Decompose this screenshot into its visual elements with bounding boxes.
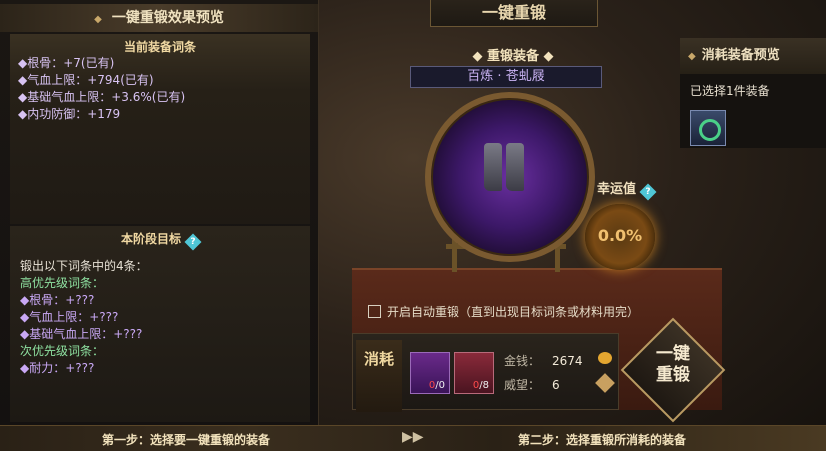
material-count: 0/0 bbox=[428, 380, 445, 391]
material-count: 0/8 bbox=[472, 380, 489, 391]
item-name: 百炼 · 苍虬屐 bbox=[410, 66, 602, 88]
material-slot[interactable]: 0/0 bbox=[410, 352, 450, 394]
luck-label: 幸运值? bbox=[597, 178, 657, 201]
consume-preview-header: ◆ 消耗装备预览 bbox=[680, 38, 826, 74]
low-priority-label: 次优先级词条： bbox=[20, 344, 105, 358]
window-title: 一键重锻 bbox=[430, 0, 598, 27]
attr-line: ◆基础气血上限：+3.6%(已有) bbox=[18, 90, 186, 104]
consume-label: 消耗 bbox=[356, 340, 402, 412]
ring-icon bbox=[699, 119, 721, 141]
goal-attr: ◆气血上限：+??? bbox=[20, 310, 119, 324]
attr-line: ◆根骨：+7(已有) bbox=[18, 56, 115, 70]
high-priority-label: 高优先级词条： bbox=[20, 276, 105, 290]
luck-value: 0.0% bbox=[597, 226, 643, 245]
forge-equipment-label: ◆ 重锻装备 ◆ bbox=[472, 49, 554, 64]
auto-forge-checkbox[interactable] bbox=[368, 305, 381, 318]
boot-left bbox=[484, 143, 502, 191]
goal-intro: 锻出以下词条中的4条： bbox=[20, 259, 148, 273]
goal-attr: ◆基础气血上限：+??? bbox=[20, 327, 143, 341]
boot-right bbox=[506, 143, 524, 191]
consume-preview-panel: ◆ 消耗装备预览 已选择1件装备 bbox=[680, 38, 826, 148]
double-arrow-icon: ▶▶ bbox=[402, 429, 424, 445]
help-icon[interactable]: ? bbox=[184, 233, 202, 251]
current-attrs-title: 当前装备词条 bbox=[123, 40, 196, 54]
forge-button-label[interactable]: 一键 重锻 bbox=[636, 344, 710, 386]
reputation-row: 威望： 6 bbox=[504, 378, 560, 392]
money-row: 金钱： 2674 bbox=[504, 354, 583, 368]
goal-box: 本阶段目标? 锻出以下词条中的4条： 高优先级词条： ◆根骨：+??? ◆气血上… bbox=[10, 226, 310, 422]
diamond-icon: ◆ bbox=[94, 14, 102, 25]
auto-forge-option[interactable]: 开启自动重锻（直到出现目标词条或材料用完） bbox=[368, 303, 639, 320]
ring-item-slot[interactable] bbox=[690, 110, 726, 146]
attr-line: ◆内功防御：+179 bbox=[18, 107, 121, 121]
preview-header: ◆ 一键重锻效果预览 bbox=[0, 4, 318, 32]
boots-icon bbox=[478, 143, 528, 195]
preview-panel: ◆ 一键重锻效果预览 当前装备词条 ◆根骨：+7(已有) ◆气血上限：+794(已… bbox=[0, 0, 319, 426]
selected-count: 已选择1件装备 bbox=[690, 84, 770, 98]
goal-attr: ◆耐力：+??? bbox=[20, 361, 95, 375]
goal-title: 本阶段目标? bbox=[10, 230, 310, 251]
game-window: ◆ 一键重锻效果预览 当前装备词条 ◆根骨：+7(已有) ◆气血上限：+794(已… bbox=[0, 0, 826, 451]
goal-attr: ◆根骨：+??? bbox=[20, 293, 95, 307]
material-slot[interactable]: 0/8 bbox=[454, 352, 494, 394]
coin-icon bbox=[598, 352, 612, 364]
current-attrs-box: 当前装备词条 ◆根骨：+7(已有) ◆气血上限：+794(已有) ◆基础气血上限… bbox=[10, 34, 310, 224]
diamond-icon: ◆ bbox=[688, 51, 696, 62]
attr-line: ◆气血上限：+794(已有) bbox=[18, 73, 154, 87]
help-icon[interactable]: ? bbox=[639, 183, 657, 201]
step-one: 第一步：选择要一键重锻的装备 bbox=[102, 433, 271, 447]
step-two: 第二步：选择重锻所消耗的装备 bbox=[518, 433, 687, 447]
